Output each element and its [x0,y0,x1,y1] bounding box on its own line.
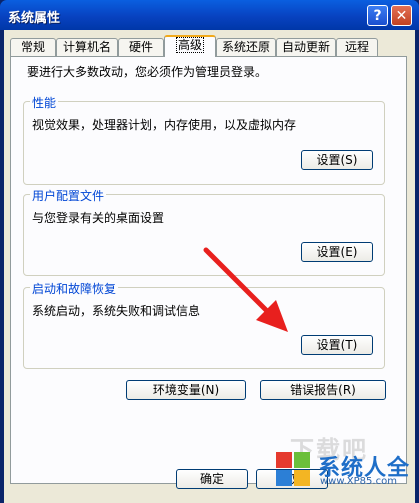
tab-advanced[interactable]: 高级 [164,35,216,57]
performance-group: 性能 视觉效果，处理器计划，内存使用，以及虚拟内存 设置(S) [23,94,385,185]
title-bar[interactable]: 系统属性 ? ✕ [0,0,419,30]
tab-label: 远程 [344,40,369,54]
tab-hardware[interactable]: 硬件 [118,38,164,56]
performance-settings-button[interactable]: 设置(S) [301,150,373,170]
group-description: 视觉效果，处理器计划，内存使用，以及虚拟内存 [32,118,297,132]
admin-notice: 要进行大多数改动，您必须作为管理员登录。 [27,65,268,79]
tab-label: 高级 [175,37,204,53]
tab-remote[interactable]: 远程 [336,38,378,56]
group-description: 系统启动，系统失败和调试信息 [32,304,201,318]
group-title: 启动和故障恢复 [30,280,119,297]
tab-label: 计算机名 [62,40,111,54]
system-properties-window: 系统属性 ? ✕ 常规 计算机名 硬件 高级 系统还原 自动更新 远程 要进行大… [0,0,419,503]
group-title: 用户配置文件 [30,187,107,204]
group-description: 与您登录有关的桌面设置 [32,211,165,225]
startup-recovery-settings-button[interactable]: 设置(T) [301,335,373,355]
tab-label: 硬件 [128,40,153,54]
tab-label: 常规 [20,40,45,54]
user-profiles-settings-button[interactable]: 设置(E) [301,242,373,262]
watermark-logo-icon [276,452,310,486]
environment-variables-button[interactable]: 环境变量(N) [126,380,246,400]
watermark: 下载吧 系统人全 www.XP85.com [262,432,419,503]
group-title: 性能 [30,94,59,111]
tab-label: 系统还原 [221,40,270,54]
watermark-url: www.XP85.com [320,476,397,487]
tab-label: 自动更新 [281,40,330,54]
ok-button[interactable]: 确定 [176,469,248,489]
tab-general[interactable]: 常规 [10,38,56,56]
red-arrow-annotation [203,247,288,332]
tab-auto-update[interactable]: 自动更新 [276,38,336,56]
window-title: 系统属性 [8,11,61,26]
help-icon[interactable]: ? [367,5,388,26]
error-reporting-button[interactable]: 错误报告(R) [260,380,386,400]
tab-system-restore[interactable]: 系统还原 [216,38,276,56]
close-icon[interactable]: ✕ [391,5,412,26]
tab-computer-name[interactable]: 计算机名 [56,38,118,56]
